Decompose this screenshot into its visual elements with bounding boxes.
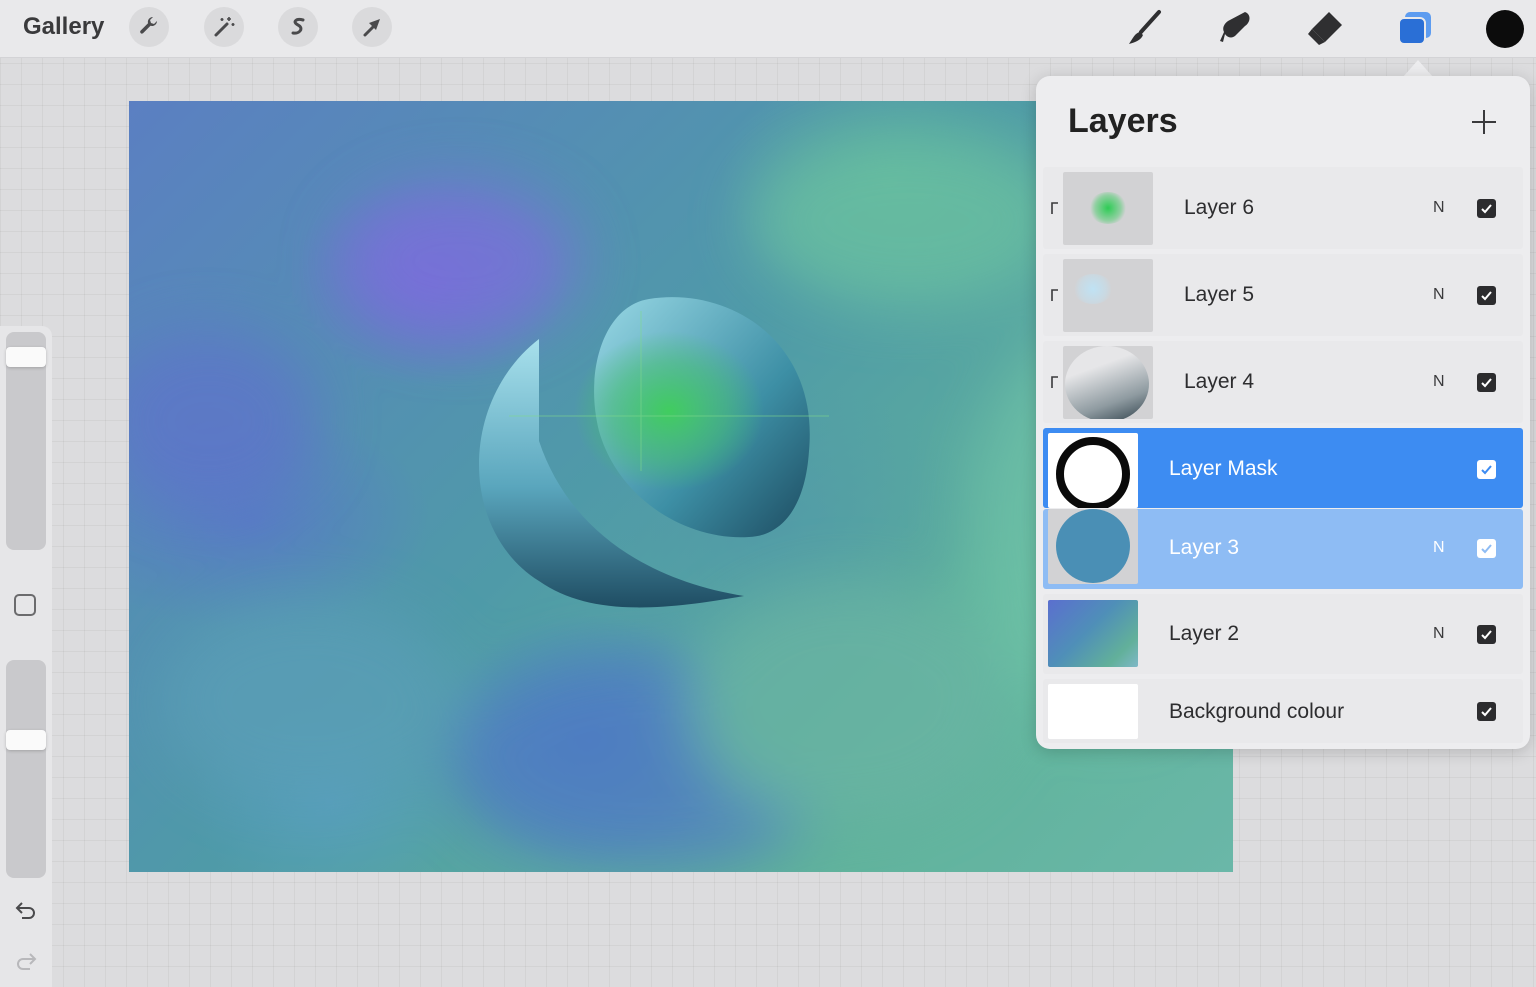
- visibility-checkbox[interactable]: [1477, 286, 1496, 305]
- blend-mode-button[interactable]: N: [1433, 286, 1445, 304]
- layer-row-layer-5[interactable]: Layer 5 N: [1043, 254, 1523, 336]
- layer-row-layer-3[interactable]: Layer 3 N: [1043, 509, 1523, 589]
- wrench-icon[interactable]: [129, 7, 169, 47]
- visibility-checkbox[interactable]: [1477, 460, 1496, 479]
- checkmark-icon: [1481, 544, 1492, 554]
- magic-wand-icon[interactable]: [204, 7, 244, 47]
- visibility-checkbox[interactable]: [1477, 539, 1496, 558]
- opacity-thumb[interactable]: [6, 730, 46, 750]
- clip-arrow-icon: [1051, 376, 1058, 388]
- layer-name: Layer Mask: [1169, 457, 1278, 480]
- modify-square-icon[interactable]: [14, 594, 36, 616]
- checkmark-icon: [1481, 291, 1492, 301]
- blend-mode-button[interactable]: N: [1433, 373, 1445, 391]
- redo-icon[interactable]: [12, 947, 40, 975]
- selection-s-icon[interactable]: [278, 7, 318, 47]
- layer-name: Layer 5: [1184, 283, 1255, 306]
- layer-name: Layer 4: [1184, 370, 1255, 393]
- opacity-slider[interactable]: [6, 660, 46, 878]
- layer-thumbnail: [1048, 433, 1138, 508]
- layer-name: Layer 3: [1169, 536, 1240, 559]
- layer-thumbnail: [1048, 600, 1138, 667]
- visibility-checkbox[interactable]: [1477, 702, 1496, 721]
- layer-thumbnail: [1048, 684, 1138, 739]
- gallery-button[interactable]: Gallery: [23, 13, 104, 41]
- layer-thumbnail: [1063, 259, 1153, 332]
- plus-icon[interactable]: [1466, 104, 1502, 140]
- clip-arrow-icon: [1051, 202, 1058, 214]
- checkmark-icon: [1481, 465, 1492, 475]
- layer-row-layer-6[interactable]: Layer 6 N: [1043, 167, 1523, 249]
- layers-panel: Layers Layer 6 N Layer 5 N Layer 4 N Lay…: [1036, 76, 1530, 749]
- clip-arrow-icon: [1051, 289, 1058, 301]
- visibility-checkbox[interactable]: [1477, 199, 1496, 218]
- layer-row-layer-mask[interactable]: Layer Mask: [1043, 428, 1523, 508]
- blend-mode-button[interactable]: N: [1433, 625, 1445, 643]
- layer-thumbnail: [1063, 172, 1153, 245]
- layer-name: Background colour: [1169, 700, 1345, 723]
- transform-arrow-icon[interactable]: [352, 7, 392, 47]
- layer-name: Layer 2: [1169, 622, 1240, 645]
- layers-popover-arrow: [1403, 60, 1433, 77]
- visibility-checkbox[interactable]: [1477, 625, 1496, 644]
- eraser-icon[interactable]: [1304, 7, 1346, 49]
- checkmark-icon: [1481, 204, 1492, 214]
- smudge-icon[interactable]: [1214, 7, 1256, 49]
- checkmark-icon: [1481, 378, 1492, 388]
- layer-row-layer-2[interactable]: Layer 2 N: [1043, 594, 1523, 674]
- layers-title: Layers: [1068, 102, 1178, 140]
- layer-name: Layer 6: [1184, 196, 1255, 219]
- checkmark-icon: [1481, 630, 1492, 640]
- color-picker-swatch[interactable]: [1486, 10, 1524, 48]
- layer-row-layer-4[interactable]: Layer 4 N: [1043, 341, 1523, 423]
- top-toolbar: Gallery: [0, 0, 1536, 58]
- layer-thumbnail: [1048, 509, 1138, 584]
- left-sidebar: [0, 326, 52, 987]
- checkmark-icon: [1481, 707, 1492, 717]
- undo-icon[interactable]: [12, 896, 40, 924]
- layers-icon[interactable]: [1394, 7, 1436, 49]
- blend-mode-button[interactable]: N: [1433, 539, 1445, 557]
- brush-icon[interactable]: [1124, 7, 1166, 49]
- visibility-checkbox[interactable]: [1477, 373, 1496, 392]
- layer-thumbnail: [1063, 346, 1153, 419]
- brush-size-thumb[interactable]: [6, 347, 46, 367]
- layer-row-background-colour[interactable]: Background colour: [1043, 679, 1523, 743]
- blend-mode-button[interactable]: N: [1433, 199, 1445, 217]
